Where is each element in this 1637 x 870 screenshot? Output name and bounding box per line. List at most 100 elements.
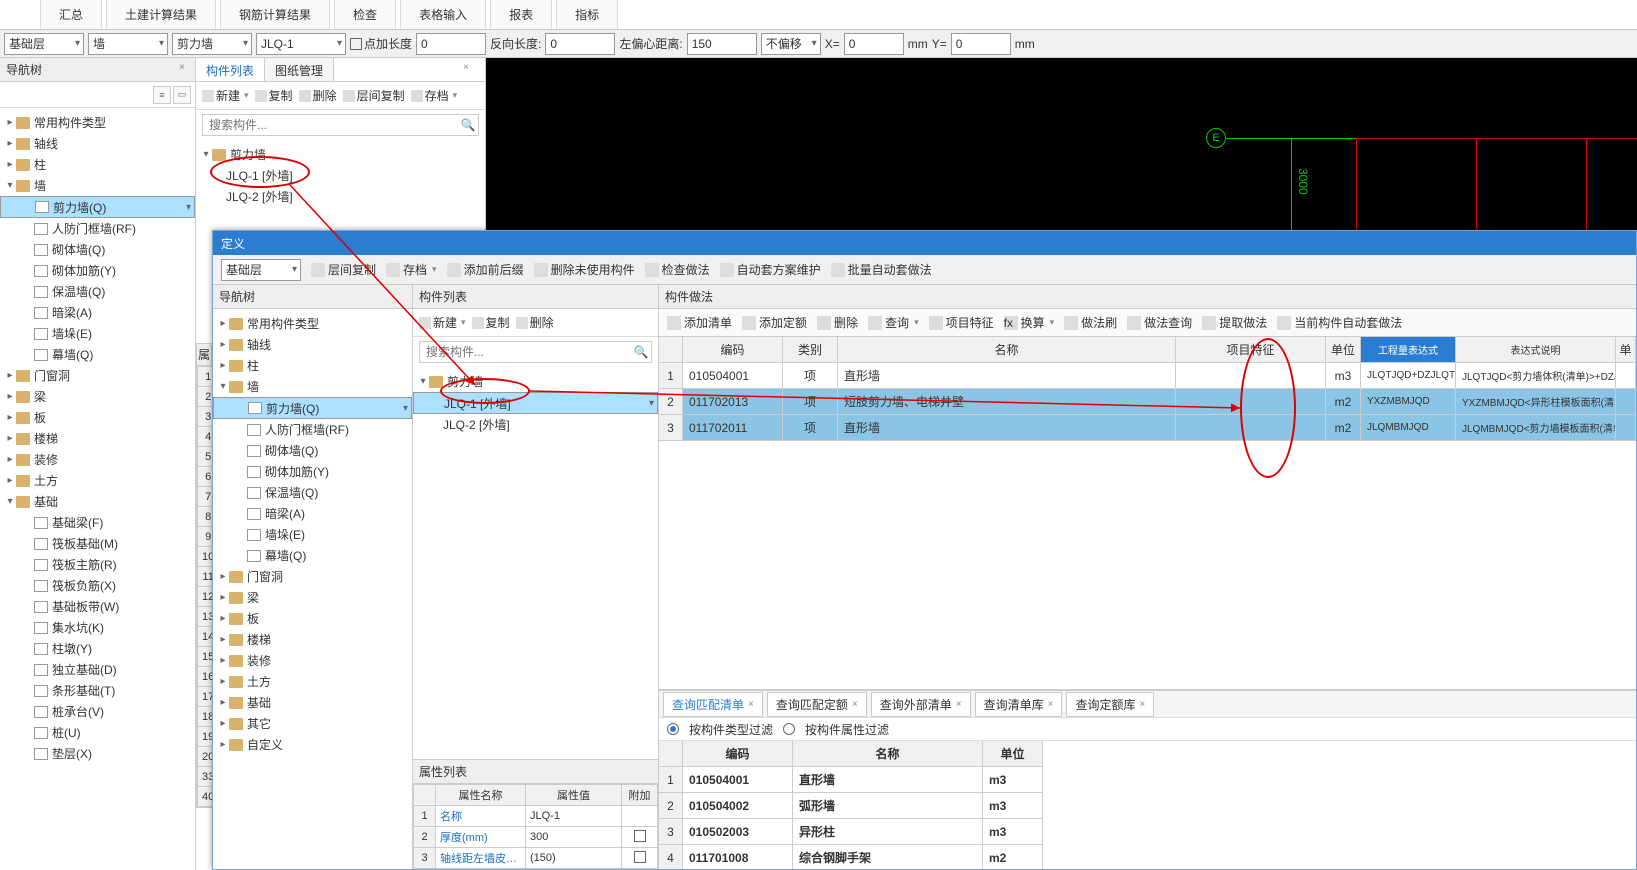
- search-icon[interactable]: 🔍: [631, 345, 651, 359]
- tree-node[interactable]: ▸常用构件类型: [0, 112, 195, 133]
- layer-copy-button[interactable]: 层间复制: [311, 261, 376, 278]
- tree-leaf[interactable]: 砌体墙(Q): [0, 239, 195, 260]
- tree-node[interactable]: ▸门窗洞: [213, 566, 412, 587]
- tree-leaf[interactable]: 筏板负筋(X): [0, 575, 195, 596]
- tree-node[interactable]: ▸梁: [213, 587, 412, 608]
- tree-leaf[interactable]: 墙垛(E): [0, 323, 195, 344]
- close-icon[interactable]: ×: [463, 62, 475, 74]
- tree-node[interactable]: 砌体加筋(Y): [213, 461, 412, 482]
- table-row[interactable]: 3011702011项直形墙m2JLQMBMJQDJLQMBMJQD<剪力墙模板…: [659, 415, 1636, 441]
- type-select[interactable]: 墙: [88, 33, 168, 55]
- tab-report[interactable]: 报表: [490, 0, 552, 29]
- tree-node[interactable]: ▸板: [0, 407, 195, 428]
- batch-auto-button[interactable]: 批量自动套做法: [831, 261, 932, 278]
- search-input[interactable]: 🔍: [202, 114, 479, 136]
- tree-node[interactable]: ▸轴线: [213, 334, 412, 355]
- tree-leaf[interactable]: 基础板带(W): [0, 596, 195, 617]
- tab-civil[interactable]: 土建计算结果: [106, 0, 216, 29]
- tree-node[interactable]: ▸梁: [0, 386, 195, 407]
- rev-input[interactable]: 0: [545, 33, 615, 55]
- table-row[interactable]: 2011702013项短肢剪力墙、电梯井壁m2YXZMBMJQDYXZMBMJQ…: [659, 389, 1636, 415]
- attr-row[interactable]: 2厚度(mm)300: [414, 827, 658, 848]
- subtype-select[interactable]: 剪力墙: [172, 33, 252, 55]
- qtab-list-lib[interactable]: 查询清单库×: [975, 692, 1063, 717]
- delete-unused-button[interactable]: 删除未使用构件: [534, 261, 635, 278]
- extract-button[interactable]: 提取做法: [1202, 314, 1267, 331]
- attr-row[interactable]: 1名称JLQ-1: [414, 806, 658, 827]
- tree-node[interactable]: 保温墙(Q): [213, 482, 412, 503]
- tree-node[interactable]: 暗梁(A): [213, 503, 412, 524]
- table-row[interactable]: 1010504001项直形墙m3JLQTJQD+DZJLQTJQDJLQTJQD…: [659, 363, 1636, 389]
- tree-node[interactable]: ▾剪力墙: [196, 144, 485, 165]
- practice-table[interactable]: 编码 类别 名称 项目特征 单位 工程量表达式 表达式说明 单 10105040…: [659, 337, 1636, 441]
- add-quota-button[interactable]: 添加定额: [742, 314, 807, 331]
- tree-leaf[interactable]: 人防门框墙(RF): [0, 218, 195, 239]
- tree-node[interactable]: ▸板: [213, 608, 412, 629]
- practice-query-button[interactable]: 做法查询: [1127, 314, 1192, 331]
- tree-node[interactable]: ▸装修: [213, 650, 412, 671]
- tab-index[interactable]: 指标: [556, 0, 618, 29]
- view-btn-1[interactable]: ≡: [153, 86, 171, 104]
- tree-node[interactable]: ▸柱: [213, 355, 412, 376]
- brush-button[interactable]: 做法刷: [1064, 314, 1117, 331]
- addlen-checkbox[interactable]: [350, 38, 362, 50]
- nav-tree[interactable]: ▸常用构件类型▸轴线▸柱▾墙剪力墙(Q)人防门框墙(RF)砌体墙(Q)砌体加筋(…: [0, 108, 195, 870]
- tree-node[interactable]: 幕墙(Q): [213, 545, 412, 566]
- tree-node[interactable]: ▾基础: [0, 491, 195, 512]
- tab-summary[interactable]: 汇总: [40, 0, 102, 29]
- filter-by-type-radio[interactable]: [667, 723, 679, 735]
- new-button[interactable]: 新建▾: [202, 87, 249, 104]
- delete-button[interactable]: 删除: [299, 87, 337, 104]
- tree-leaf[interactable]: 基础梁(F): [0, 512, 195, 533]
- tree-leaf[interactable]: 砌体加筋(Y): [0, 260, 195, 281]
- tree-leaf[interactable]: 桩承台(V): [0, 701, 195, 722]
- shift-select[interactable]: 不偏移: [761, 33, 821, 55]
- tree-node[interactable]: ▸基础: [213, 692, 412, 713]
- tree-leaf[interactable]: 集水坑(K): [0, 617, 195, 638]
- tree-leaf[interactable]: 筏板主筋(R): [0, 554, 195, 575]
- tree-node[interactable]: ▸其它: [213, 713, 412, 734]
- auto-scheme-button[interactable]: 自动套方案维护: [720, 261, 821, 278]
- qtab-match-list[interactable]: 查询匹配清单×: [663, 692, 763, 717]
- tree-leaf[interactable]: 独立基础(D): [0, 659, 195, 680]
- table-row[interactable]: 2010504002弧形墙m3: [659, 793, 1636, 819]
- tree-leaf[interactable]: 桩(U): [0, 722, 195, 743]
- layer-copy-button[interactable]: 层间复制: [343, 87, 405, 104]
- tab-table-input[interactable]: 表格输入: [400, 0, 486, 29]
- search-icon[interactable]: 🔍: [458, 118, 478, 132]
- new-button[interactable]: 新建▾: [419, 314, 466, 331]
- tree-leaf[interactable]: 筏板基础(M): [0, 533, 195, 554]
- tree-leaf[interactable]: 条形基础(T): [0, 680, 195, 701]
- floor-select[interactable]: 基础层: [4, 33, 84, 55]
- y-input[interactable]: 0: [951, 33, 1011, 55]
- def-floor-select[interactable]: 基础层: [221, 259, 301, 281]
- comp-select[interactable]: JLQ-1: [256, 33, 346, 55]
- table-row[interactable]: 1010504001直形墙m3: [659, 767, 1636, 793]
- def-comp-tree[interactable]: ▾剪力墙JLQ-1 [外墙]JLQ-2 [外墙]: [413, 367, 658, 759]
- auto-fit-button[interactable]: 当前构件自动套做法: [1277, 314, 1402, 331]
- tree-leaf[interactable]: 暗梁(A): [0, 302, 195, 323]
- tree-node[interactable]: JLQ-1 [外墙]: [196, 165, 485, 186]
- filter-by-attr-radio[interactable]: [783, 723, 795, 735]
- tree-leaf[interactable]: 垫层(X): [0, 743, 195, 764]
- tree-node[interactable]: ▸自定义: [213, 734, 412, 755]
- copy-button[interactable]: 复制: [472, 314, 510, 331]
- tree-node[interactable]: JLQ-2 [外墙]: [413, 414, 658, 435]
- tree-node[interactable]: 剪力墙(Q): [213, 397, 412, 419]
- qtab-quota-lib[interactable]: 查询定额库×: [1066, 692, 1154, 717]
- tree-node[interactable]: ▾剪力墙: [413, 371, 658, 392]
- query-button[interactable]: 查询▾: [868, 314, 919, 331]
- x-input[interactable]: 0: [844, 33, 904, 55]
- tree-node[interactable]: ▸楼梯: [213, 629, 412, 650]
- delete-button[interactable]: 删除: [817, 314, 858, 331]
- qtab-match-quota[interactable]: 查询匹配定额×: [767, 692, 867, 717]
- tree-node[interactable]: 墙垛(E): [213, 524, 412, 545]
- add-list-button[interactable]: 添加清单: [667, 314, 732, 331]
- tree-leaf[interactable]: 剪力墙(Q): [0, 196, 195, 218]
- archive-button[interactable]: 存档▾: [411, 87, 458, 104]
- tree-node[interactable]: ▸楼梯: [0, 428, 195, 449]
- qtab-ext-list[interactable]: 查询外部清单×: [871, 692, 971, 717]
- tree-leaf[interactable]: 保温墙(Q): [0, 281, 195, 302]
- tree-leaf[interactable]: 幕墙(Q): [0, 344, 195, 365]
- addlen-input[interactable]: 0: [416, 33, 486, 55]
